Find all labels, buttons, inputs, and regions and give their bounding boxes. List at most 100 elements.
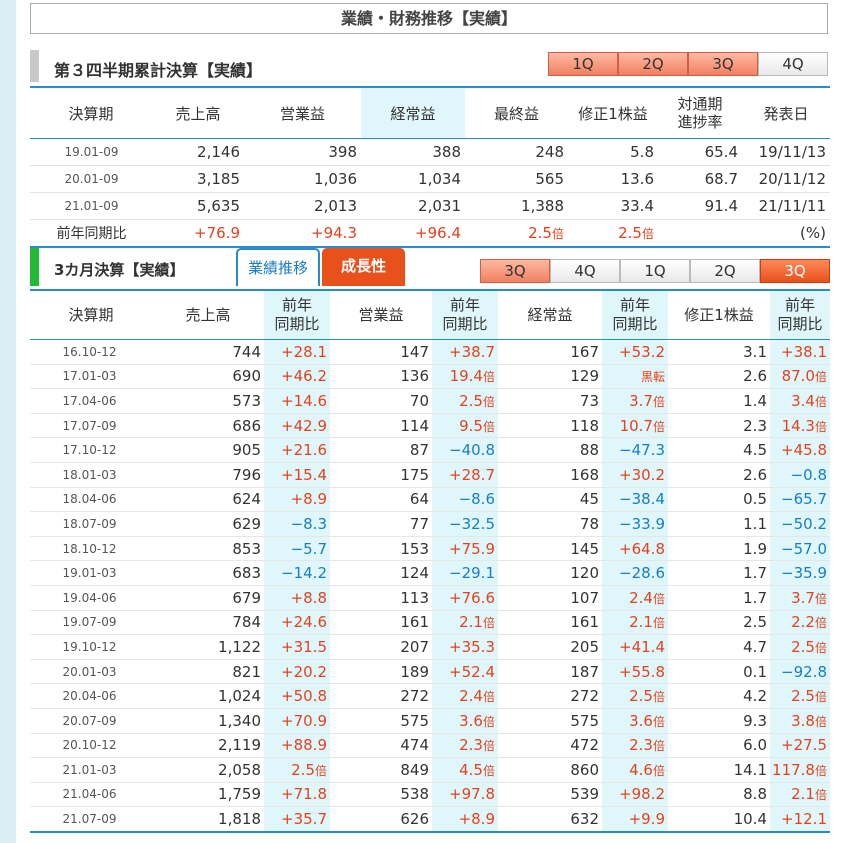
ord-yoy-cell: +30.2 — [602, 462, 668, 488]
col-operating: 営業益 — [244, 87, 361, 139]
table-header-row: 決算期 売上高 前年 同期比 営業益 前年 同期比 経常益 前年 同期比 修正1… — [30, 290, 830, 340]
period-cell: 19.01-09 — [30, 138, 152, 166]
yoy-value: 2.4 — [459, 687, 483, 706]
sales-cell: 853 — [152, 536, 264, 562]
yoy-value: 2.5 — [459, 391, 483, 410]
table-row: 17.01-03 690 +46.2 136 19.4倍 129 黒転 2.6 87.0倍 — [30, 364, 830, 390]
ord-yoy-cell: −47.3 — [602, 437, 668, 463]
tab-growth[interactable]: 成長性 — [322, 248, 405, 286]
op-yoy-cell: 2.3倍 — [432, 733, 498, 759]
sales-cell: 796 — [152, 462, 264, 488]
multiplier-unit: 倍 — [652, 739, 665, 754]
ord-cell: 860 — [498, 757, 602, 783]
col-sales: 売上高 — [152, 290, 264, 340]
sales-yoy-cell: +28.1 — [264, 339, 330, 365]
col-period: 決算期 — [30, 87, 152, 139]
op-cell: 114 — [330, 413, 432, 439]
period-cell: 19.01-03 — [30, 560, 152, 586]
tab-3q[interactable]: 3Q — [688, 52, 758, 76]
sales-yoy-cell: +24.6 — [264, 610, 330, 636]
yoy-eps-unit: 倍 — [641, 227, 654, 241]
col-eps: 修正1株益 — [668, 290, 770, 340]
sales-cell: 784 — [152, 610, 264, 636]
ord-cell: 145 — [498, 536, 602, 562]
op-cell: 147 — [330, 339, 432, 365]
yoy-value: 4.5 — [459, 760, 483, 779]
period-cell: 20.01-09 — [30, 165, 152, 193]
ord-yoy-cell: +98.2 — [602, 782, 668, 808]
col-eps-yoy: 前年 同期比 — [770, 290, 830, 340]
sales-cell: 1,024 — [152, 683, 264, 709]
sales-cell: 1,122 — [152, 634, 264, 660]
tab-2q[interactable]: 2Q — [618, 52, 688, 76]
multiplier-unit: 倍 — [814, 788, 827, 803]
tab-2q[interactable]: 2Q — [690, 259, 760, 283]
ord-yoy-cell: 4.6倍 — [602, 757, 668, 783]
progress-cell: 91.4 — [658, 192, 742, 220]
table-row: 18.07-09 629 −8.3 77 −32.5 78 −33.9 1.1 −50.2 — [30, 511, 830, 537]
op-yoy-cell: 2.1倍 — [432, 610, 498, 636]
quarterly-section-header: 3カ月決算【実績】 業績推移 成長性 3Q 4Q 1Q 2Q 3Q — [30, 247, 830, 289]
cumulative-table: 決算期 売上高 営業益 経常益 最終益 修正1株益 対通期 進捗率 発表日 19… — [30, 86, 830, 248]
ord-yoy-cell: 2.4倍 — [602, 585, 668, 611]
col-date: 発表日 — [742, 87, 830, 139]
op-cell: 849 — [330, 757, 432, 783]
tab-3q[interactable]: 3Q — [760, 259, 830, 283]
tab-1q[interactable]: 1Q — [620, 259, 690, 283]
yoy-row: 前年同期比 +76.9 +94.3 +96.4 2.5倍 2.5倍 (%) — [30, 219, 830, 248]
tab-prev-3q[interactable]: 3Q — [480, 259, 550, 283]
yoy-value: 87.0 — [781, 367, 815, 386]
op-yoy-cell: +76.6 — [432, 585, 498, 611]
multiplier-unit: 倍 — [652, 763, 665, 778]
sales-cell: 686 — [152, 413, 264, 439]
yoy-value: 117.8 — [772, 760, 815, 779]
sales-cell: 683 — [152, 560, 264, 586]
period-cell: 21.01-03 — [30, 757, 152, 783]
op-cell: 136 — [330, 364, 432, 390]
multiplier-unit: 倍 — [814, 591, 827, 606]
eps-cell: 14.1 — [668, 757, 770, 783]
multiplier-unit: 倍 — [652, 394, 665, 409]
multiplier-unit: 倍 — [652, 591, 665, 606]
op-yoy-cell: +38.7 — [432, 339, 498, 365]
tab-4q[interactable]: 4Q — [758, 52, 828, 76]
op-yoy-cell: −8.6 — [432, 487, 498, 513]
yoy-value: 3.4 — [791, 391, 815, 410]
sales-cell: 690 — [152, 364, 264, 390]
sales-cell: 679 — [152, 585, 264, 611]
table-row: 18.01-03 796 +15.4 175 +28.7 168 +30.2 2.6 −0.8 — [30, 462, 830, 488]
table-row: 17.10-12 905 +21.6 87 −40.8 88 −47.3 4.5 +45.8 — [30, 437, 830, 463]
op-cell: 87 — [330, 437, 432, 463]
table-row: 18.04-06 624 +8.9 64 −8.6 45 −38.4 0.5 −65.7 — [30, 487, 830, 513]
ord-cell: 88 — [498, 437, 602, 463]
op-cell: 77 — [330, 511, 432, 537]
tab-performance-trend[interactable]: 業績推移 — [236, 248, 320, 286]
eps-yoy-cell: +27.5 — [770, 733, 830, 759]
yoy-value: 2.5 — [791, 687, 815, 706]
tab-1q[interactable]: 1Q — [548, 52, 618, 76]
ord-yoy-cell: 2.1倍 — [602, 610, 668, 636]
multiplier-unit: 倍 — [482, 714, 495, 729]
table-row: 20.07-09 1,340 +70.9 575 3.6倍 575 3.6倍 9.3 3.8倍 — [30, 708, 830, 734]
yoy-net-unit: 倍 — [551, 227, 564, 241]
ord-cell: 167 — [498, 339, 602, 365]
ord-cell: 107 — [498, 585, 602, 611]
quarterly-title: 3カ月決算【実績】 — [54, 261, 185, 279]
yoy-value: 14.3 — [781, 416, 815, 435]
yoy-value: 3.8 — [791, 711, 815, 730]
table-row: 21.04-06 1,759 +71.8 538 +97.8 539 +98.2 8.8 2.1… — [30, 782, 830, 808]
ord-yoy-cell: +64.8 — [602, 536, 668, 562]
ord-cell: 161 — [498, 610, 602, 636]
yoy-op: +94.3 — [244, 219, 361, 248]
tab-4q[interactable]: 4Q — [550, 259, 620, 283]
yoy-value: 2.3 — [629, 736, 653, 755]
sales-cell: 744 — [152, 339, 264, 365]
ord-cell: 205 — [498, 634, 602, 660]
yoy-value: 3.7 — [629, 391, 653, 410]
multiplier-unit: 倍 — [652, 690, 665, 705]
sales-cell: 1,340 — [152, 708, 264, 734]
eps-cell: 10.4 — [668, 806, 770, 833]
col-ordinary: 経常益 — [498, 290, 602, 340]
period-cell: 17.10-12 — [30, 437, 152, 463]
op-yoy-cell: +35.3 — [432, 634, 498, 660]
